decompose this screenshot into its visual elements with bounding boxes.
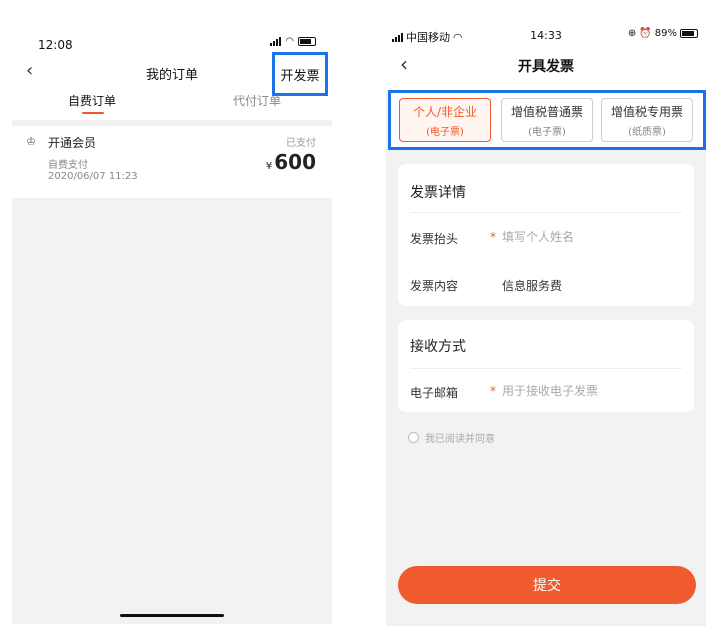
invoice-content-label: 发票内容 [410, 279, 459, 293]
invoice-type-label: 个人/非企业 [412, 104, 478, 119]
issue-invoice-button[interactable]: 开发票 [272, 52, 328, 96]
active-tab-indicator [82, 112, 104, 114]
alarm-icon: ⏰ [639, 28, 652, 39]
invoice-type-selector: 个人/非企业 (电子票) 增值税普通票 (电子票) 增值税专用票 (纸质票) [388, 90, 706, 150]
invoice-type-vat-normal[interactable]: 增值税普通票 (电子票) [501, 98, 593, 142]
order-price: ¥ 600 [266, 150, 316, 174]
currency-symbol: ¥ [265, 161, 273, 172]
agreement-radio[interactable] [408, 432, 419, 443]
page-title: 开具发票 [518, 59, 574, 75]
submit-button[interactable]: 提交 [398, 566, 696, 604]
invoice-details-title: 发票详情 [410, 185, 466, 201]
divider [410, 368, 682, 369]
required-mark: * [490, 230, 496, 244]
invoice-header-label: 发票抬头 [410, 232, 459, 246]
tab-self-paid[interactable]: 自费订单 [56, 92, 128, 109]
order-item[interactable]: ♔ 开通会员 已支付 自费支付 2020/06/07 11:23 ¥ 600 [12, 126, 332, 198]
wifi-icon: ◠ [285, 36, 294, 47]
signal-icon [270, 37, 282, 46]
order-list-screen: 12:08 ◠ ‹ 我的订单 开发票 自费订单 代付订单 ♔ 开通会员 已支付 … [12, 28, 332, 624]
email-input[interactable] [502, 382, 662, 400]
status-time: 12:08 [38, 38, 73, 52]
invoice-type-label: 增值税普通票 [510, 104, 583, 119]
invoice-header-input[interactable] [502, 228, 662, 246]
order-name: 开通会员 [48, 136, 97, 150]
crown-icon: ♔ [26, 135, 36, 148]
delivery-method-title: 接收方式 [410, 339, 466, 355]
status-icons: ◠ [270, 36, 316, 47]
email-label: 电子邮箱 [410, 386, 459, 400]
invoice-type-vat-special[interactable]: 增值税专用票 (纸质票) [601, 98, 693, 142]
payment-type: 自费支付 [48, 160, 88, 171]
required-mark: * [490, 384, 496, 398]
invoice-type-sub: (电子票) [528, 126, 566, 138]
invoice-type-sub: (纸质票) [628, 126, 666, 138]
delivery-method-card: 接收方式 电子邮箱 * [398, 320, 694, 412]
invoice-type-sub: (电子票) [426, 126, 464, 138]
agreement-text: 我已阅读并同意 [425, 434, 495, 445]
divider [410, 212, 682, 213]
tab-proxy-paid[interactable]: 代付订单 [222, 92, 292, 109]
order-status: 已支付 [286, 138, 316, 149]
location-icon: ⊕ [627, 28, 637, 39]
battery-percent: 89% [654, 28, 677, 39]
invoice-type-personal[interactable]: 个人/非企业 (电子票) [399, 98, 491, 142]
issue-invoice-screen: 中国移动 ◠ 14:33 ⊕ ⏰ 89% ‹ 开具发票 个人/非企业 (电子票)… [386, 18, 706, 626]
order-amount: 600 [274, 150, 316, 174]
status-right-group: ⊕ ⏰ 89% [628, 28, 698, 39]
agreement-row[interactable]: 我已阅读并同意 [408, 430, 495, 445]
battery-icon [680, 29, 698, 38]
invoice-content-value: 信息服务费 [502, 279, 563, 293]
invoice-details-card: 发票详情 发票抬头 * 发票内容 信息服务费 [398, 164, 694, 306]
battery-icon [298, 37, 316, 46]
invoice-type-label: 增值税专用票 [610, 104, 683, 119]
order-list-header: 12:08 ◠ ‹ 我的订单 开发票 自费订单 代付订单 [12, 28, 332, 120]
order-date: 2020/06/07 11:23 [48, 171, 138, 182]
invoice-header: 中国移动 ◠ 14:33 ⊕ ⏰ 89% ‹ 开具发票 [386, 18, 706, 90]
home-indicator [120, 614, 224, 617]
